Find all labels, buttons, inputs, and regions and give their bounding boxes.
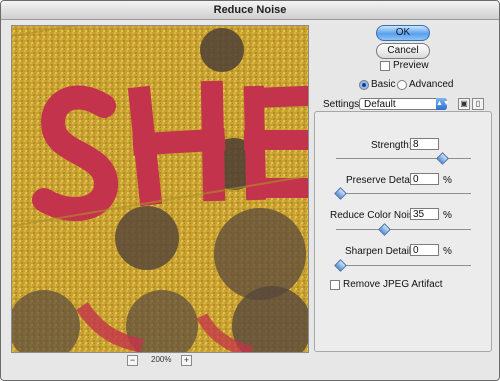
advanced-radio[interactable] xyxy=(397,80,407,90)
dialog-title: Reduce Noise xyxy=(1,1,499,20)
reduce-color-noise-input[interactable]: 35 xyxy=(410,208,439,220)
preserve-details-unit: % xyxy=(443,175,452,186)
reduce-color-noise-unit: % xyxy=(443,210,452,221)
strength-input[interactable]: 8 xyxy=(410,138,439,150)
basic-radio[interactable] xyxy=(359,80,369,90)
cancel-button[interactable]: Cancel xyxy=(376,43,430,59)
chevron-updown-icon: ▲▼ xyxy=(436,98,450,110)
reduce-noise-dialog: Reduce Noise − 200% + OK Cancel Preview … xyxy=(0,0,500,381)
settings-value: Default xyxy=(364,99,396,110)
preview-label: Preview xyxy=(393,60,429,71)
basic-label: Basic xyxy=(371,79,396,90)
zoom-level: 200% xyxy=(151,355,172,364)
settings-dropdown[interactable]: Default ▲▼ xyxy=(359,98,450,110)
remove-jpeg-artifact-label: Remove JPEG Artifact xyxy=(343,279,443,290)
zoom-out-button[interactable]: − xyxy=(127,355,138,366)
disk-icon[interactable]: ▣ xyxy=(458,98,470,110)
trash-icon[interactable]: ▯ xyxy=(472,98,484,110)
ok-button[interactable]: OK xyxy=(376,25,430,41)
strength-label: Strength: xyxy=(371,140,412,151)
preview-image[interactable] xyxy=(11,25,309,353)
settings-label: Settings: xyxy=(321,99,364,110)
preview-checkbox[interactable] xyxy=(380,61,390,71)
preserve-details-slider[interactable] xyxy=(336,193,471,194)
sharpen-details-input[interactable]: 0 xyxy=(410,244,439,256)
zoom-in-button[interactable]: + xyxy=(181,355,192,366)
advanced-label: Advanced xyxy=(409,79,454,90)
strength-slider[interactable] xyxy=(336,158,471,159)
sharpen-details-unit: % xyxy=(443,246,452,257)
sharpen-details-label: Sharpen Details: xyxy=(345,246,419,257)
remove-jpeg-artifact-checkbox[interactable] xyxy=(330,280,340,290)
reduce-color-noise-label: Reduce Color Noise: xyxy=(330,210,423,221)
sharpen-details-slider[interactable] xyxy=(336,265,471,266)
preserve-details-input[interactable]: 0 xyxy=(410,173,439,185)
reduce-color-noise-slider[interactable] xyxy=(336,229,471,230)
